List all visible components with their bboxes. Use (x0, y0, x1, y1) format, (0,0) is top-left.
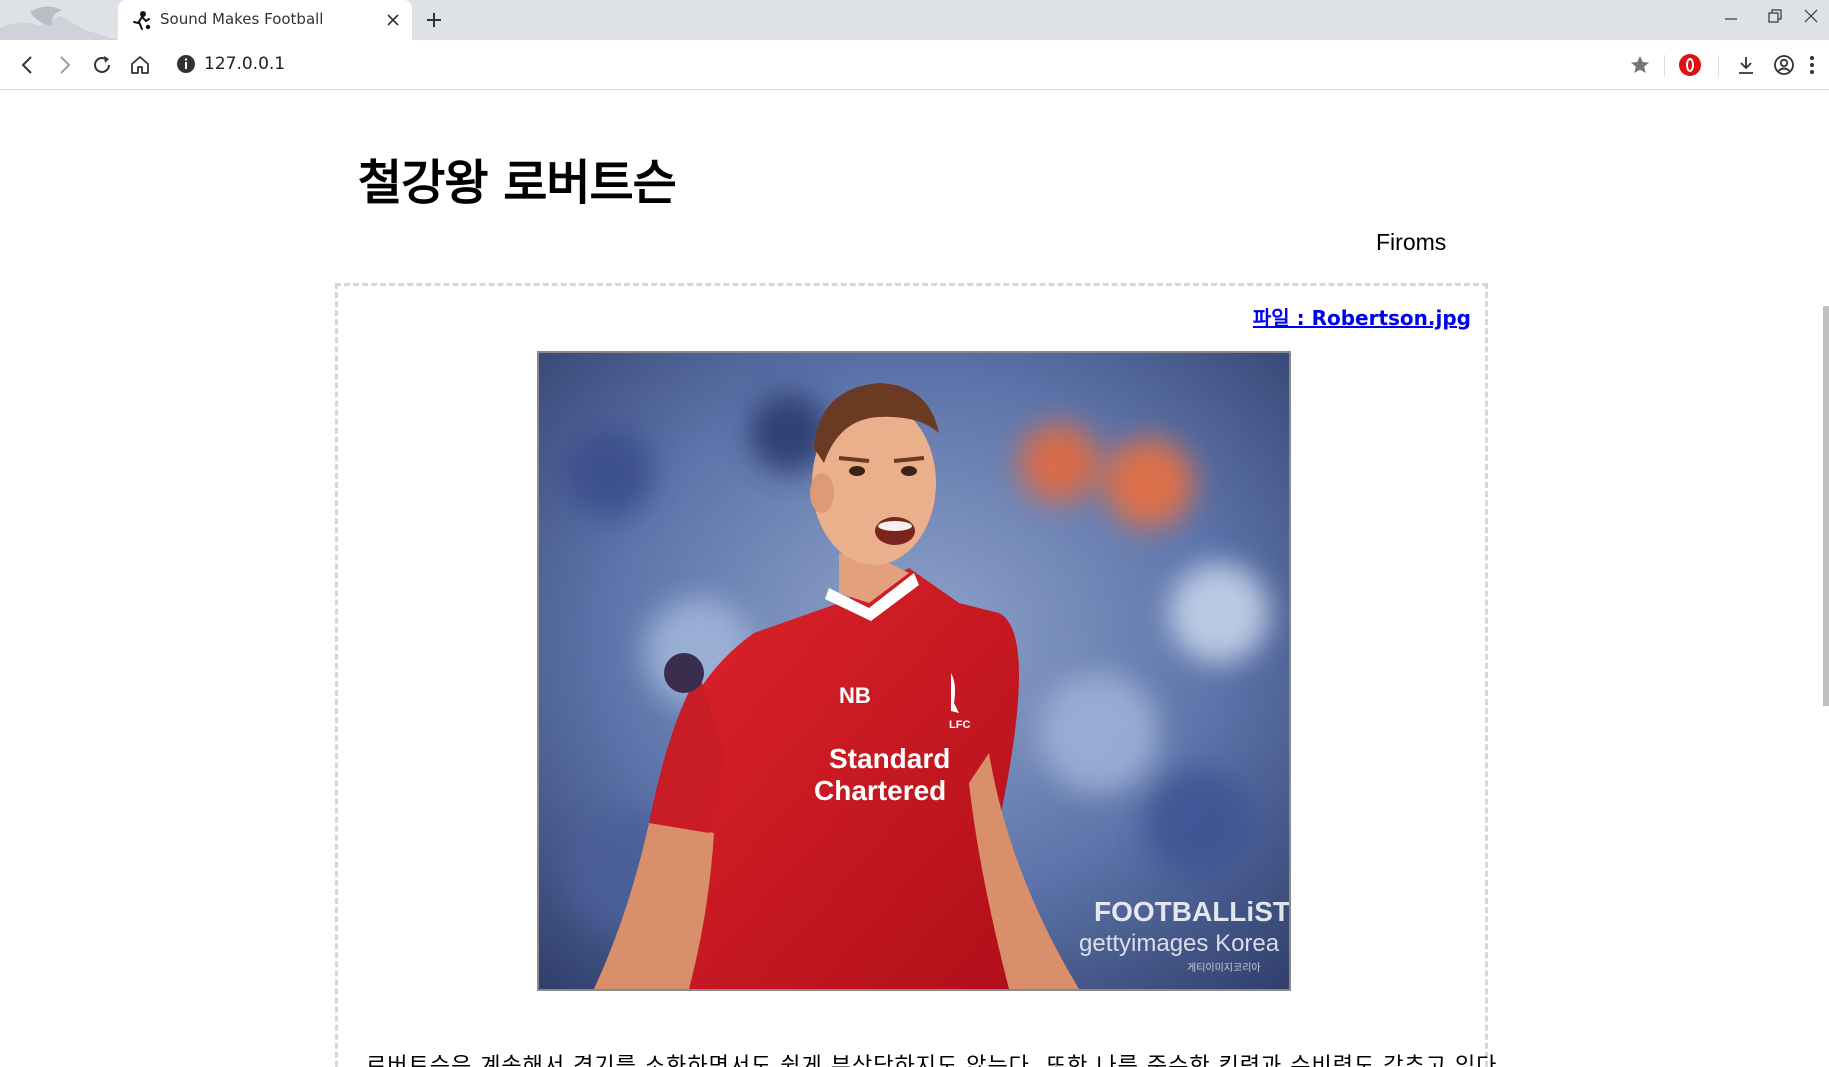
file-download-link[interactable]: 파일 : Robertson.jpg (1253, 302, 1471, 331)
scrollbar-thumb[interactable] (1823, 306, 1829, 706)
reload-icon[interactable] (88, 51, 116, 79)
shirt-crest-text: LFC (949, 719, 970, 731)
shirt-sponsor-line2: Chartered (814, 775, 946, 806)
player-photo: Standard Chartered NB LFC FOOTBALLiST ge… (537, 351, 1291, 991)
svg-text:NB: NB (839, 683, 871, 708)
watermark-brand: FOOTBALLiST (1094, 896, 1289, 927)
close-tab-icon[interactable] (382, 9, 404, 31)
download-icon[interactable] (1732, 51, 1760, 79)
football-player-favicon-icon (130, 9, 152, 31)
tab-strip: Sound Makes Football (0, 0, 1829, 40)
article-box: 파일 : Robertson.jpg Standard Chartered NB… (335, 283, 1504, 1067)
page-content: 철강왕 로버트슨 Firoms 파일 : Robertson.jpg Stand… (0, 91, 1829, 1067)
close-window-icon[interactable] (1793, 0, 1829, 32)
restore-window-icon[interactable] (1752, 0, 1798, 32)
inactive-tab-area[interactable] (0, 0, 118, 40)
shirt-sponsor-line1: Standard (829, 743, 950, 774)
watermark-getty: gettyimages Korea (1079, 930, 1280, 957)
page-scrollbar[interactable] (1823, 91, 1829, 1067)
watermark-small: 게티이미지코리아 (1187, 962, 1261, 974)
minimize-window-icon[interactable] (1708, 0, 1754, 32)
author-name: Firoms (1376, 229, 1447, 255)
info-icon[interactable] (176, 54, 196, 74)
kebab-menu-icon[interactable] (1800, 51, 1824, 79)
new-tab-plus-icon[interactable] (422, 8, 446, 32)
toolbar-separator (1718, 55, 1719, 77)
tab-title: Sound Makes Football (160, 10, 324, 28)
opera-icon[interactable] (1676, 51, 1704, 79)
page-title: 철강왕 로버트슨 (358, 155, 677, 211)
browser-toolbar: 127.0.0.1 (0, 40, 1829, 90)
star-icon[interactable] (1626, 51, 1654, 79)
article-body-text: 로버트슨은 계속해서 경기를 소화하면서도 쉽게 부상당하지도 않는다. 또한 … (366, 1054, 1506, 1067)
toolbar-separator (1664, 55, 1665, 77)
arrow-right-icon[interactable] (50, 51, 78, 79)
account-icon[interactable] (1770, 51, 1798, 79)
active-tab[interactable]: Sound Makes Football (118, 0, 412, 40)
arrow-left-icon[interactable] (14, 51, 42, 79)
address-bar-url[interactable]: 127.0.0.1 (204, 54, 285, 74)
home-icon[interactable] (126, 51, 154, 79)
